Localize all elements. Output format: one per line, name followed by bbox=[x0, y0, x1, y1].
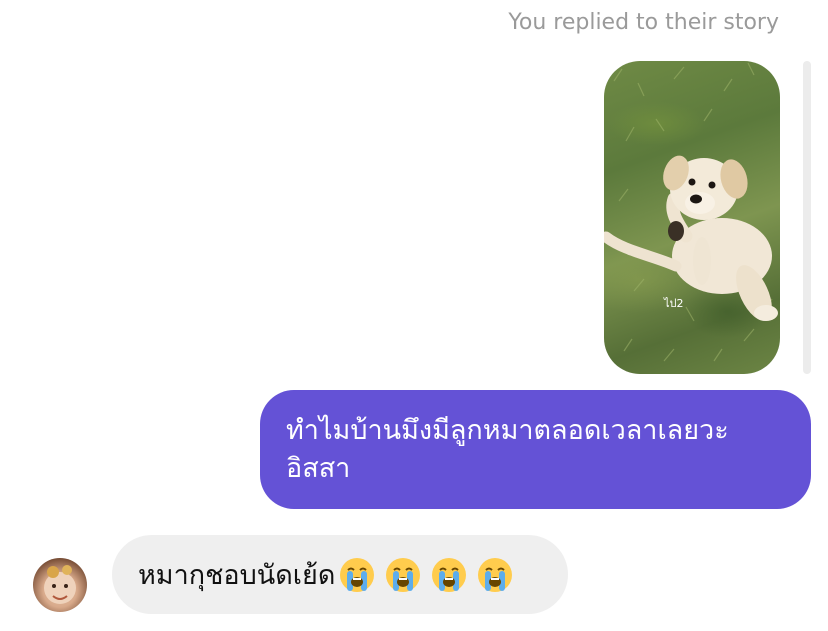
incoming-message-bubble[interactable]: หมากุชอบนัดเย้ด bbox=[112, 535, 568, 614]
emoji-group bbox=[339, 557, 513, 593]
conversation-view: You replied to their story ไป2 ทำไมบ้านม… bbox=[0, 0, 828, 631]
sender-avatar[interactable] bbox=[33, 558, 87, 612]
thumbnail-caption: ไป2 bbox=[663, 297, 684, 310]
story-reply-label: You replied to their story bbox=[508, 10, 779, 35]
avatar-photo bbox=[44, 565, 76, 604]
outgoing-message-line-1: ทำไมบ้านมึงมีลูกหมาตลอดเวลาเลยวะ bbox=[286, 415, 729, 446]
puppy-on-grass-image: ไป2 bbox=[604, 62, 778, 362]
loudly-crying-face-icon bbox=[340, 557, 375, 592]
incoming-message-text: หมากุชอบนัดเย้ด bbox=[138, 560, 336, 591]
loudly-crying-face-icon bbox=[432, 557, 467, 592]
outgoing-message-bubble[interactable]: ทำไมบ้านมึงมีลูกหมาตลอดเวลาเลยวะ อิสสา bbox=[260, 390, 811, 509]
story-thumbnail[interactable]: ไป2 bbox=[604, 61, 780, 374]
loudly-crying-face-icon bbox=[478, 557, 513, 592]
outgoing-message-line-2: อิสสา bbox=[286, 453, 351, 484]
loudly-crying-face-icon bbox=[386, 557, 421, 592]
scrollbar[interactable] bbox=[803, 61, 811, 374]
